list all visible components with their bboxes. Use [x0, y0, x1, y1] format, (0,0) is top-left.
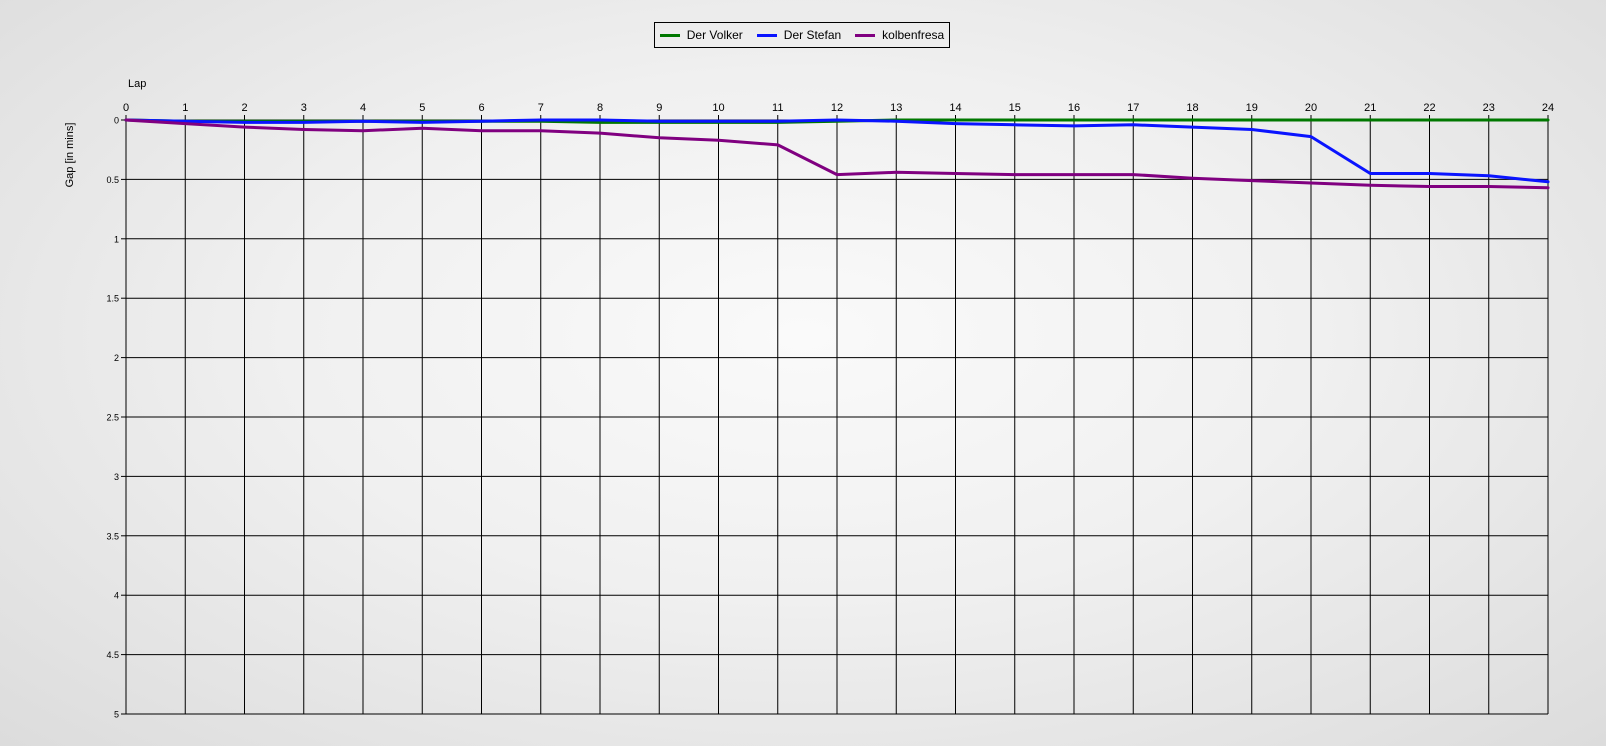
y-tick-label: 4.5 [106, 650, 119, 660]
y-tick-label: 5 [114, 710, 119, 720]
x-tick-label: 19 [1246, 102, 1258, 114]
y-tick-label: 0.5 [106, 175, 119, 185]
y-tick-label: 1 [114, 234, 119, 244]
x-tick-label: 10 [712, 102, 724, 114]
y-tick-label: 3.5 [106, 531, 119, 541]
x-tick-label: 17 [1127, 102, 1139, 114]
x-tick-label: 3 [301, 102, 307, 114]
x-tick-label: 7 [538, 102, 544, 114]
x-tick-label: 22 [1423, 102, 1435, 114]
gap-chart: Der Volker Der Stefan kolbenfresa 01234567… [0, 0, 1606, 746]
x-tick-label: 14 [949, 102, 961, 114]
x-axis-title: Lap [128, 78, 146, 90]
x-tick-label: 8 [597, 102, 603, 114]
x-tick-label: 13 [890, 102, 902, 114]
x-tick-label: 20 [1305, 102, 1317, 114]
y-tick-label: 1.5 [106, 294, 119, 304]
x-tick-label: 21 [1364, 102, 1376, 114]
x-tick-label: 11 [772, 102, 783, 114]
x-tick-label: 0 [123, 102, 129, 114]
x-tick-label: 4 [360, 102, 366, 114]
x-tick-label: 5 [419, 102, 425, 114]
x-tick-label: 18 [1186, 102, 1198, 114]
y-tick-label: 2 [114, 353, 119, 363]
x-tick-label: 2 [241, 102, 247, 114]
x-tick-label: 15 [1009, 102, 1021, 114]
x-tick-label: 12 [831, 102, 843, 114]
x-tick-label: 1 [182, 102, 188, 114]
x-tick-label: 16 [1068, 102, 1080, 114]
y-tick-label: 4 [114, 591, 119, 601]
x-tick-label: 6 [478, 102, 484, 114]
x-tick-label: 9 [656, 102, 662, 114]
y-tick-label: 3 [114, 472, 119, 482]
y-axis-title: Gap [in mins] [64, 123, 76, 188]
x-tick-label: 24 [1542, 102, 1554, 114]
y-tick-label: 2.5 [106, 413, 119, 423]
x-tick-label: 23 [1483, 102, 1495, 114]
y-tick-label: 0 [114, 116, 119, 126]
chart-plot-area: 0 1 2 3 4 5 6 7 8 9 10 11 12 13 14 15 16 17 18 19 20 21 22 23 24… [64, 78, 1554, 720]
